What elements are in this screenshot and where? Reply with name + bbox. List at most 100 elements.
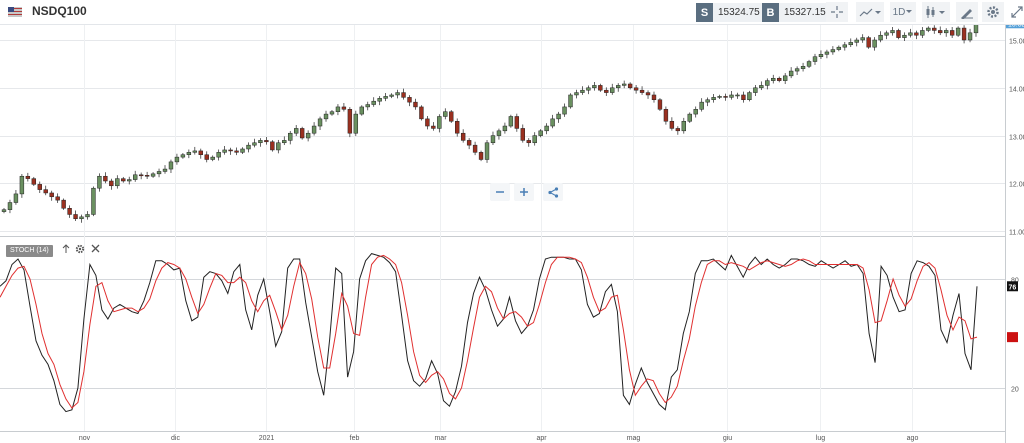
gear-icon (75, 244, 85, 254)
candle-down (55, 196, 60, 201)
candle-up (115, 178, 120, 187)
candle-up (610, 87, 615, 93)
candle-up (180, 154, 186, 158)
candle-down (25, 175, 31, 179)
candle-down (604, 89, 609, 93)
zoom-in-button[interactable] (514, 183, 534, 201)
candle-up (562, 106, 567, 115)
candle-up (860, 37, 865, 41)
time-tick-label: feb (350, 435, 360, 442)
last-price-label: 15.32 (1008, 25, 1024, 28)
candle-up (681, 121, 686, 132)
candle-up (252, 142, 257, 146)
time-tick-label: lug (816, 435, 825, 442)
candle-up (192, 150, 198, 153)
candle-up (568, 94, 573, 108)
candle-up (490, 135, 496, 144)
candle-up (282, 140, 287, 144)
candle-up (872, 39, 877, 48)
candle-down (109, 180, 114, 187)
buy-label: B (762, 3, 779, 22)
move-up-button[interactable] (61, 244, 71, 257)
candle-down (914, 32, 919, 36)
candle-up (902, 34, 907, 38)
candle-up (699, 101, 704, 110)
candle-down (645, 92, 651, 96)
candle-down (460, 132, 466, 141)
candle-down (449, 111, 454, 122)
candle-down (938, 30, 943, 34)
candle-up (574, 92, 579, 96)
share-button[interactable] (543, 183, 563, 201)
crosshair-button[interactable] (826, 2, 848, 22)
candle-down (31, 178, 37, 185)
candle-up (443, 111, 448, 117)
candle-down (121, 178, 126, 182)
stoch-k-line (0, 253, 978, 413)
candle-up (174, 156, 180, 163)
candle-up (943, 30, 949, 34)
candle-down (639, 89, 645, 93)
arrow-up-icon (62, 244, 70, 253)
candle-up (246, 144, 251, 150)
candle-down (669, 121, 675, 129)
candle-down (61, 199, 66, 209)
candle-up (359, 106, 364, 115)
price-chart-area[interactable]: 15.00014.00013.00012.00011.0008020novdic… (0, 25, 1024, 443)
candle-down (413, 101, 418, 108)
time-tick-label: mag (627, 435, 641, 442)
chart-type-button[interactable] (856, 2, 884, 22)
candle-up (842, 44, 847, 48)
candle-down (49, 192, 54, 198)
expand-button[interactable] (1010, 2, 1024, 22)
candle-down (43, 189, 48, 194)
candle-style-button[interactable] (922, 2, 950, 22)
minus-icon (496, 191, 504, 193)
candle-down (347, 109, 353, 134)
expand-icon (1011, 6, 1023, 18)
candle-up (717, 96, 722, 98)
candle-up (794, 68, 800, 72)
price-tick-label: 12.000 (1009, 182, 1024, 189)
candle-up (818, 54, 824, 57)
share-icon (547, 186, 558, 198)
candle-up (85, 214, 90, 218)
candle-up (335, 106, 341, 112)
stoch-k-value: 76 (1009, 284, 1017, 291)
remove-indicator-button[interactable] (91, 244, 100, 256)
settings-button[interactable] (982, 2, 1004, 22)
sell-price-button[interactable]: S 15324.75 (696, 3, 765, 22)
candle-up (765, 80, 770, 86)
candle-up (305, 132, 311, 139)
price-tick-label: 14.000 (1009, 87, 1024, 94)
candle-down (198, 150, 203, 155)
time-tick-label: nov (79, 435, 91, 442)
pencil-icon (961, 9, 973, 19)
candle-up (186, 152, 192, 155)
sell-price: 15324.75 (713, 3, 765, 22)
candle-up (920, 30, 925, 36)
buy-price-button[interactable]: B 15327.15 (762, 3, 831, 22)
candle-down (228, 149, 233, 152)
stoch-indicator-label[interactable]: STOCH (14) (6, 245, 53, 257)
candle-up (926, 27, 931, 31)
candle-up (395, 92, 400, 96)
stoch-d-line (0, 254, 978, 409)
candle-up (824, 51, 830, 55)
candle-up (621, 83, 627, 86)
drawing-tools-button[interactable] (956, 2, 978, 22)
price-tick-label: 11.000 (1009, 230, 1024, 237)
candle-up (830, 49, 836, 53)
us-flag-icon (8, 7, 22, 17)
indicator-settings-button[interactable] (75, 244, 85, 257)
crosshair-icon (831, 6, 843, 18)
candle-down (37, 184, 42, 190)
candle-down (341, 106, 347, 110)
candle-down (466, 140, 472, 146)
candle-up (538, 130, 543, 136)
candle-down (425, 118, 430, 127)
zoom-out-button[interactable] (490, 183, 510, 201)
candle-up (323, 113, 329, 120)
candle-up (19, 175, 25, 195)
timeframe-dropdown[interactable]: 1D (890, 2, 916, 22)
